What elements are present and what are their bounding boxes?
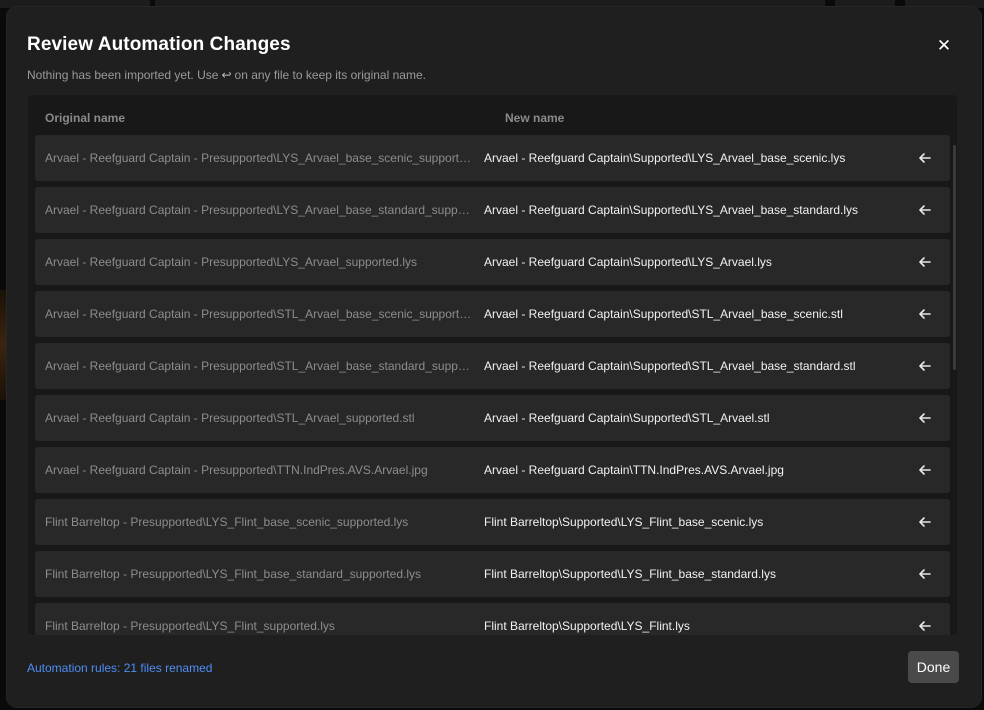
new-name-cell: Flint Barreltop\Supported\LYS_Flint.lys — [484, 619, 690, 633]
new-name-cell: Flint Barreltop\Supported\LYS_Flint_base… — [484, 567, 776, 581]
column-header-new: New name — [505, 111, 565, 125]
original-name-cell: Arvael - Reefguard Captain - Presupporte… — [45, 255, 417, 269]
rename-table: Original name New name Arvael - Reefguar… — [28, 95, 957, 635]
table-row: Arvael - Reefguard Captain - Presupporte… — [35, 395, 950, 441]
arrow-left-icon — [919, 361, 931, 371]
table-row: Arvael - Reefguard Captain - Presupporte… — [35, 343, 950, 389]
table-row: Flint Barreltop - Presupported\LYS_Flint… — [35, 603, 950, 635]
original-name-cell: Arvael - Reefguard Captain - Presupporte… — [45, 307, 475, 321]
scrollbar[interactable] — [953, 145, 956, 370]
original-name-cell: Arvael - Reefguard Captain - Presupporte… — [45, 411, 415, 425]
new-name-cell: Flint Barreltop\Supported\LYS_Flint_base… — [484, 515, 764, 529]
new-name-cell: Arvael - Reefguard Captain\Supported\LYS… — [484, 151, 846, 165]
table-row: Arvael - Reefguard Captain - Presupporte… — [35, 187, 950, 233]
new-name-cell: Arvael - Reefguard Captain\Supported\STL… — [484, 307, 843, 321]
arrow-left-icon — [919, 153, 931, 163]
return-arrow-icon: ↩ — [221, 68, 232, 82]
table-row: Arvael - Reefguard Captain - Presupporte… — [35, 135, 950, 181]
revert-name-button[interactable] — [916, 461, 934, 479]
new-name-cell: Arvael - Reefguard Captain\Supported\LYS… — [484, 255, 772, 269]
new-name-cell: Arvael - Reefguard Captain\Supported\STL… — [484, 411, 770, 425]
revert-name-button[interactable] — [916, 617, 934, 635]
revert-name-button[interactable] — [916, 565, 934, 583]
automation-rules-link[interactable]: Automation rules: 21 files renamed — [27, 661, 212, 675]
new-name-cell: Arvael - Reefguard Captain\TTN.IndPres.A… — [484, 463, 784, 477]
dialog-subtitle: Nothing has been imported yet. Use ↩ on an… — [27, 68, 426, 82]
table-row: Arvael - Reefguard Captain - Presupporte… — [35, 239, 950, 285]
revert-name-button[interactable] — [916, 253, 934, 271]
close-button[interactable]: ✕ — [935, 37, 953, 55]
review-changes-dialog: Review Automation Changes ✕ Nothing has … — [7, 7, 981, 707]
dialog-title: Review Automation Changes — [27, 34, 291, 55]
arrow-left-icon — [919, 413, 931, 423]
revert-name-button[interactable] — [916, 201, 934, 219]
subtitle-text: Nothing has been imported yet. Use — [27, 68, 219, 82]
revert-name-button[interactable] — [916, 149, 934, 167]
subtitle-text: on any file to keep its original name. — [234, 68, 426, 82]
revert-name-button[interactable] — [916, 409, 934, 427]
table-row: Arvael - Reefguard Captain - Presupporte… — [35, 291, 950, 337]
original-name-cell: Flint Barreltop - Presupported\LYS_Flint… — [45, 567, 421, 581]
column-header-original: Original name — [45, 111, 126, 125]
revert-name-button[interactable] — [916, 305, 934, 323]
original-name-cell: Arvael - Reefguard Captain - Presupporte… — [45, 359, 475, 373]
original-name-cell: Flint Barreltop - Presupported\LYS_Flint… — [45, 619, 335, 633]
arrow-left-icon — [919, 205, 931, 215]
revert-name-button[interactable] — [916, 357, 934, 375]
arrow-left-icon — [919, 309, 931, 319]
close-icon: ✕ — [936, 36, 952, 55]
table-row: Flint Barreltop - Presupported\LYS_Flint… — [35, 499, 950, 545]
original-name-cell: Arvael - Reefguard Captain - Presupporte… — [45, 463, 428, 477]
arrow-left-icon — [919, 569, 931, 579]
revert-name-button[interactable] — [916, 513, 934, 531]
original-name-cell: Arvael - Reefguard Captain - Presupporte… — [45, 203, 475, 217]
arrow-left-icon — [919, 621, 931, 631]
done-button[interactable]: Done — [908, 651, 959, 683]
arrow-left-icon — [919, 257, 931, 267]
arrow-left-icon — [919, 517, 931, 527]
background-thumbnail — [0, 290, 6, 400]
table-row: Flint Barreltop - Presupported\LYS_Flint… — [35, 551, 950, 597]
table-row: Arvael - Reefguard Captain - Presupporte… — [35, 447, 950, 493]
original-name-cell: Flint Barreltop - Presupported\LYS_Flint… — [45, 515, 409, 529]
original-name-cell: Arvael - Reefguard Captain - Presupporte… — [45, 151, 475, 165]
new-name-cell: Arvael - Reefguard Captain\Supported\STL… — [484, 359, 856, 373]
arrow-left-icon — [919, 465, 931, 475]
new-name-cell: Arvael - Reefguard Captain\Supported\LYS… — [484, 203, 859, 217]
